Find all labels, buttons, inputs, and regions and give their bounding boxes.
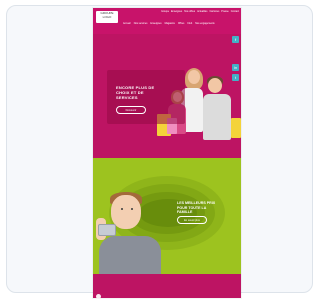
mother-head	[188, 70, 200, 84]
hero-banner-family: f in t ENCORE PLUS DE CHOIX ET DE SERVIC…	[93, 34, 241, 158]
nav-item[interactable]: Accueil	[123, 22, 131, 25]
boy-eye	[121, 208, 123, 210]
discover-button[interactable]: Découvrir	[116, 106, 146, 114]
nav-item[interactable]: Magasins	[165, 22, 175, 25]
top-link[interactable]: Enseignes	[171, 10, 182, 13]
top-links: Groupe Enseignes Nos offres Actualités C…	[161, 10, 239, 13]
hero-banner-kid: LES MEILLEURS PRIX POUR TOUTE LA FAMILLE…	[93, 158, 241, 276]
main-nav: Accueil Nos services Enseignes Magasins …	[123, 22, 215, 25]
site-footer	[93, 274, 241, 298]
top-link[interactable]: Carrières	[209, 10, 219, 13]
chat-icon[interactable]	[96, 294, 101, 298]
learn-more-button[interactable]: En savoir plus	[177, 216, 207, 224]
site-header: GROUPE LOGO Groupe Enseignes Nos offres …	[93, 8, 241, 34]
nav-item[interactable]: Club	[187, 22, 192, 25]
promo-box-primary: ENCORE PLUS DE CHOIX ET DE SERVICES Déco…	[107, 70, 185, 124]
top-link[interactable]: Contact	[231, 10, 239, 13]
facebook-icon[interactable]: f	[232, 36, 239, 43]
top-link[interactable]: Actualités	[197, 10, 207, 13]
logo-line-2: LOGO	[102, 15, 112, 19]
tin-can-phone	[98, 224, 116, 236]
promo-title-secondary: LES MEILLEURS PRIX POUR TOUTE LA FAMILLE	[177, 201, 216, 215]
boy-eye	[131, 208, 133, 210]
top-link[interactable]: Groupe	[161, 10, 169, 13]
father-body	[203, 94, 231, 140]
nav-item[interactable]: Nos services	[134, 22, 148, 25]
shopping-bag	[231, 118, 241, 138]
top-link[interactable]: Nos offres	[184, 10, 195, 13]
top-link[interactable]: Presse	[221, 10, 228, 13]
nav-item[interactable]: Offres	[178, 22, 184, 25]
website-screenshot: GROUPE LOGO Groupe Enseignes Nos offres …	[93, 8, 241, 298]
nav-item[interactable]: Enseignes	[150, 22, 161, 25]
boy-shirt	[99, 236, 161, 276]
father-head	[208, 78, 222, 93]
promo-title: ENCORE PLUS DE CHOIX ET DE SERVICES	[116, 85, 155, 100]
nav-item[interactable]: Nos engagements	[195, 22, 214, 25]
site-logo[interactable]: GROUPE LOGO	[96, 11, 118, 23]
